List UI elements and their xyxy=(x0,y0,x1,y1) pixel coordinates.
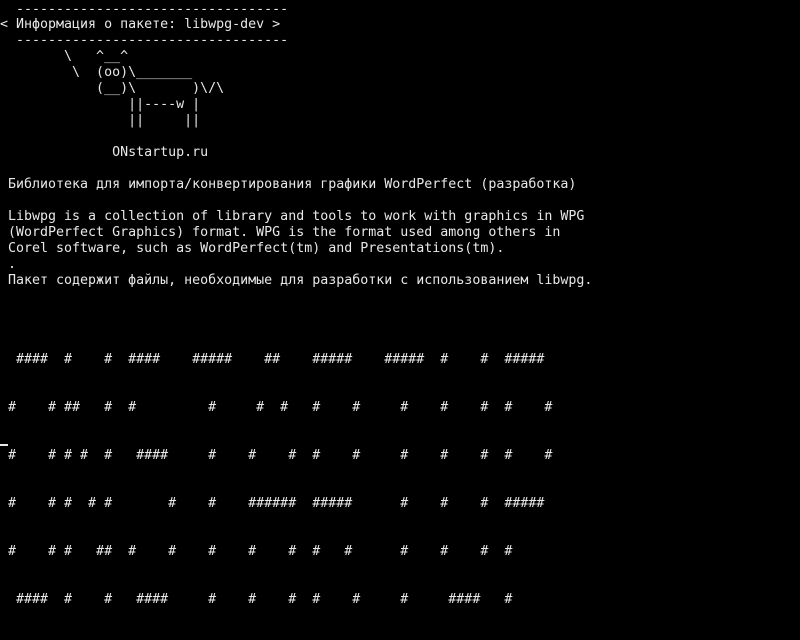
cow-ascii-line: \ (oo)\_______ xyxy=(8,65,193,80)
cowsay-bottom-border: ---------------------------------- xyxy=(8,33,289,48)
package-description-line: Пакет содержит файлы, необходимые для ра… xyxy=(8,273,593,288)
cowsay-top-border: ---------------------------------- xyxy=(8,2,289,17)
cow-ascii-line: \ ^__^ xyxy=(8,49,129,64)
cowsay-message: < Информация о пакете: libwpg-dev > xyxy=(0,17,281,32)
cow-ascii-line: || || xyxy=(8,113,201,128)
package-summary: Библиотека для импорта/конвертирования г… xyxy=(8,177,577,192)
banner-line: # # # # # # # ###### ##### # # # ##### xyxy=(8,496,545,511)
banner-line: # # ## # # # # # # # # # # # # xyxy=(8,400,553,415)
terminal-screen[interactable]: ---------------------------------- < Инф… xyxy=(0,0,800,607)
package-description-line: Corel software, such as WordPerfect(tm) … xyxy=(8,241,505,256)
onstartup-ascii-banner: #### # # #### ##### ## ##### ##### # # #… xyxy=(8,320,552,640)
cow-ascii-line: ||----w | xyxy=(8,97,201,112)
banner-line: #### # # #### ##### ## ##### ##### # # #… xyxy=(8,352,545,367)
package-description-line: Libwpg is a collection of library and to… xyxy=(8,209,585,224)
banner-line: #### # # #### # # # # # # #### # xyxy=(8,592,513,607)
site-label: ONstartup.ru xyxy=(8,145,209,160)
package-description-line: (WordPerfect Graphics) format. WPG is th… xyxy=(8,225,561,240)
banner-line: # # # ## # # # # # # # # # # # xyxy=(8,544,513,559)
cow-ascii-line: (__)\ )\/\ xyxy=(8,81,225,96)
terminal-cursor xyxy=(0,444,8,446)
package-description-line: . xyxy=(8,257,17,272)
banner-line: # # # # # #### # # # # # # # # # # xyxy=(8,448,553,463)
